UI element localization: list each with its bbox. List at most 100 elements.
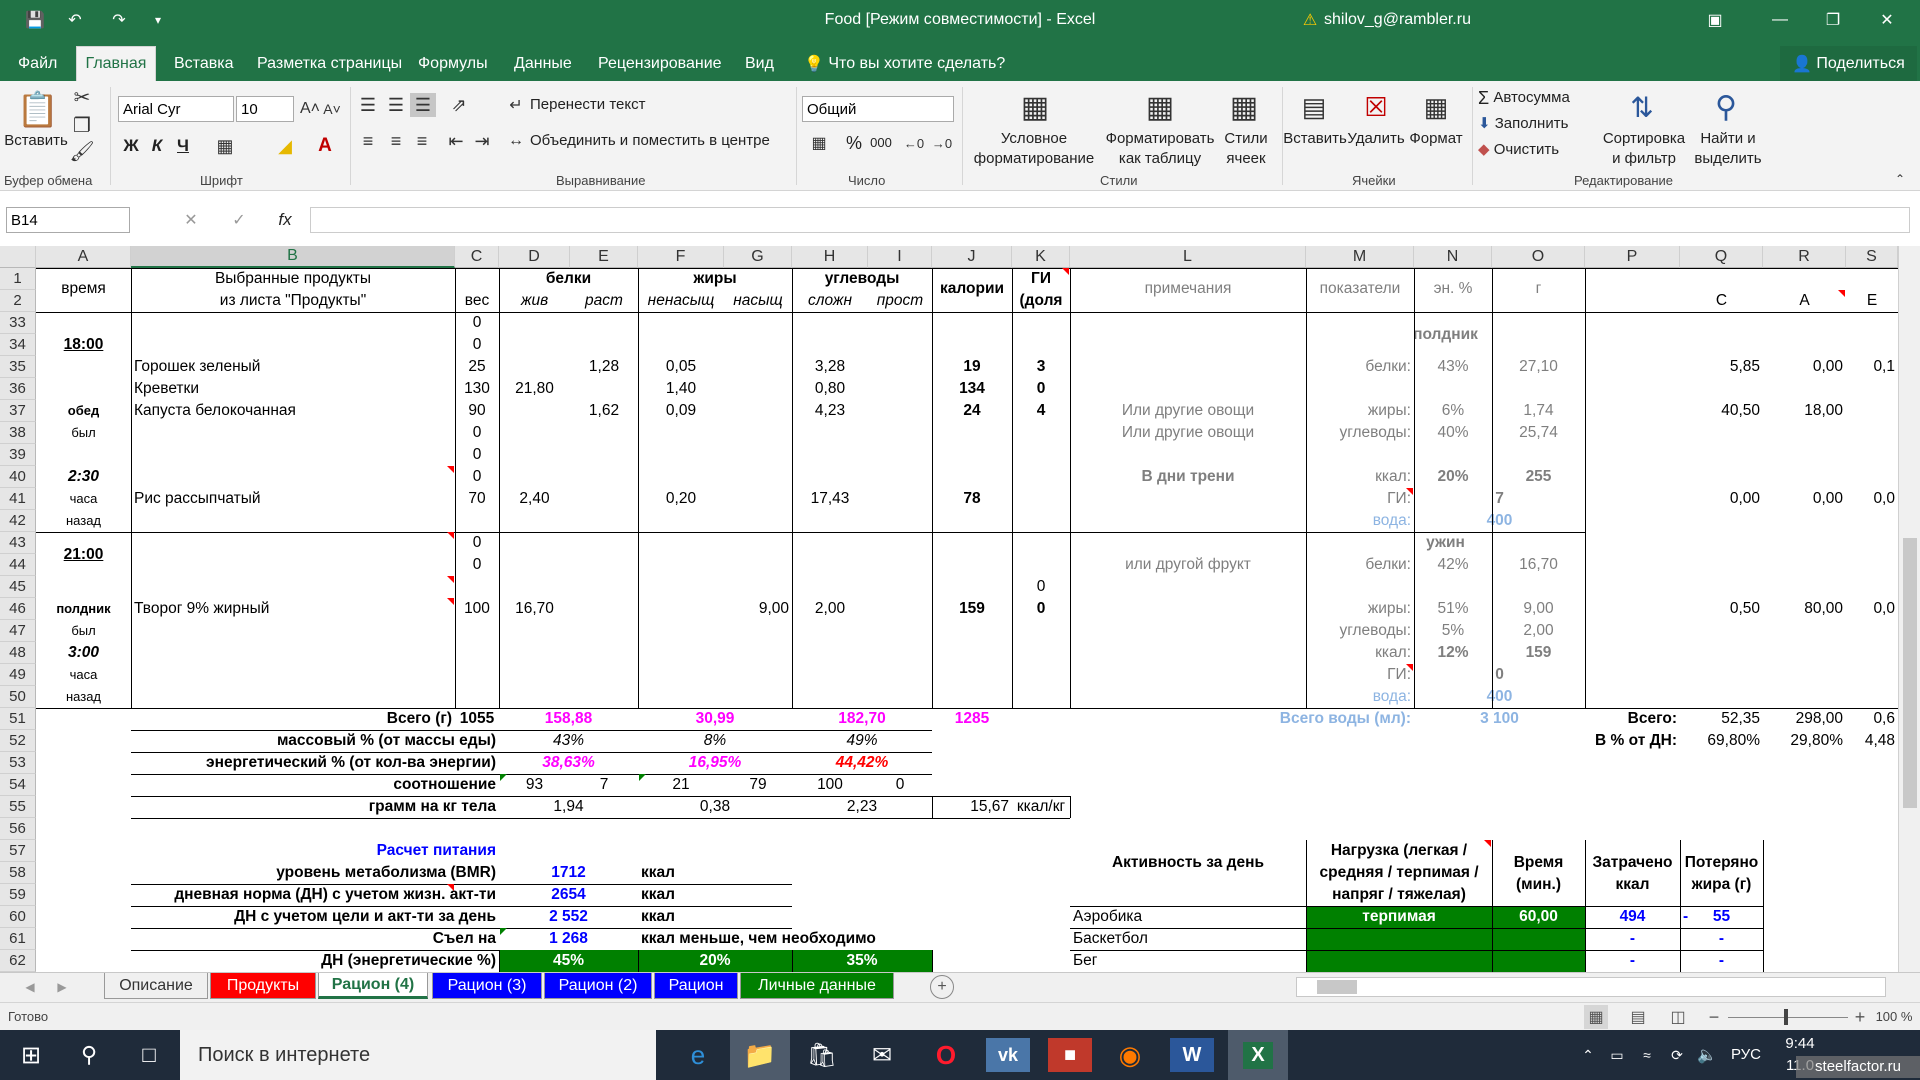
customize-qat-icon[interactable]: ▾ [148, 0, 168, 40]
thousands-button[interactable]: 000 [866, 131, 896, 155]
kcal-37[interactable]: 24 [935, 402, 1009, 420]
ratio-h[interactable]: 100 [795, 776, 865, 794]
ratio-d[interactable]: 93 [502, 776, 567, 794]
row-header-42[interactable]: 42 [0, 510, 36, 532]
row-header-40[interactable]: 40 [0, 466, 36, 488]
header-fat-sat[interactable]: насыщ [727, 292, 789, 310]
calc-goal_unit[interactable]: ккал [641, 908, 929, 926]
header-products-1[interactable]: Выбранные продукты [134, 270, 452, 288]
find-label-2[interactable]: выделить [1688, 149, 1768, 169]
activity-load-3[interactable]: напряг / тяжелая) [1309, 886, 1489, 904]
close-icon[interactable]: ✕ [1872, 0, 1902, 40]
column-header-P[interactable]: P [1585, 246, 1680, 268]
product-weight-36[interactable]: 130 [458, 380, 496, 398]
total-kcal[interactable]: 1285 [935, 710, 1009, 728]
search-icon[interactable]: ⚲ [72, 1040, 106, 1070]
energy-protein[interactable]: 38,63% [502, 754, 635, 772]
meal2-ago-time[interactable]: 3:00 [39, 644, 128, 662]
activity-load-60[interactable]: терпимая [1309, 908, 1489, 926]
meal1-s_kcal_pct[interactable]: 20% [1417, 468, 1489, 486]
underline-button[interactable]: Ч [172, 133, 194, 159]
vk-icon[interactable]: vk [986, 1038, 1030, 1072]
row-header-60[interactable]: 60 [0, 906, 36, 928]
kcal-35[interactable]: 19 [935, 358, 1009, 376]
s46[interactable]: 0,0 [1849, 600, 1895, 618]
mass-fat[interactable]: 8% [641, 732, 789, 750]
column-header-K[interactable]: K [1012, 246, 1070, 268]
meal1-s_fat[interactable]: жиры: [1309, 402, 1411, 420]
shrink-font-icon[interactable]: A˅ [322, 96, 342, 122]
activity-fat-60[interactable]: 55 [1683, 908, 1760, 926]
meal1-gi-label[interactable]: ГИ: [1309, 490, 1411, 508]
ribbon-display-icon[interactable]: ▣ [1700, 0, 1730, 40]
q41[interactable]: 0,00 [1683, 490, 1760, 508]
note-38[interactable]: Или другие овощи [1073, 424, 1303, 442]
column-header-F[interactable]: F [638, 246, 724, 268]
autosum-button[interactable]: Σ Автосумма [1478, 87, 1598, 109]
meal1-ago-time[interactable]: 2:30 [39, 468, 128, 486]
find-label-1[interactable]: Найти и [1688, 129, 1768, 149]
energy-carb[interactable]: 44,42% [795, 754, 929, 772]
activity-lost-1[interactable]: Потеряно [1683, 854, 1760, 872]
meal1-s_kcal[interactable]: ккал: [1309, 468, 1411, 486]
calc-dnpct-fat[interactable]: 20% [641, 952, 789, 970]
enter-icon[interactable]: ✓ [226, 207, 252, 233]
meal2-s_fat[interactable]: жиры: [1309, 600, 1411, 618]
column-header-M[interactable]: M [1306, 246, 1414, 268]
error-indicator[interactable] [500, 928, 507, 935]
fat-unsat-36[interactable]: 1,40 [641, 380, 721, 398]
word-icon[interactable]: W [1170, 1038, 1214, 1072]
ratio-label[interactable]: соотношение [134, 776, 496, 794]
sync-icon[interactable]: ⟳ [1666, 1044, 1688, 1066]
meal2-label[interactable]: полдник [39, 600, 128, 618]
battery-icon[interactable]: ▭ [1606, 1044, 1628, 1066]
align-bottom-icon[interactable]: ☰ [410, 93, 436, 117]
format-cells-button[interactable]: Формат [1406, 129, 1466, 149]
header-calories[interactable]: калории [935, 280, 1009, 298]
meal1-ago-2[interactable]: назад [39, 512, 128, 530]
meal1-s_carb_g[interactable]: 25,74 [1495, 424, 1582, 442]
gi-45[interactable]: 0 [1015, 578, 1067, 596]
row-header-59[interactable]: 59 [0, 884, 36, 906]
sheet-tab-5[interactable]: Рацион [654, 973, 738, 999]
percent-button[interactable]: % [844, 131, 864, 155]
note-44[interactable]: или другой фрукт [1073, 556, 1303, 574]
mass-protein[interactable]: 43% [502, 732, 635, 750]
windows-start-icon[interactable]: ⊞ [14, 1040, 48, 1070]
header-time[interactable]: время [39, 280, 128, 298]
row-header-36[interactable]: 36 [0, 378, 36, 400]
calc-dn_unit[interactable]: ккал [641, 886, 929, 904]
q46[interactable]: 0,50 [1683, 600, 1760, 618]
sort-label-2[interactable]: и фильтр [1600, 149, 1688, 169]
perkg-unit[interactable]: ккал/кг [1015, 798, 1067, 816]
meal2-s_fat_pct[interactable]: 51% [1417, 600, 1489, 618]
tray-overflow-icon[interactable]: ⌃ [1578, 1044, 1598, 1066]
comment-indicator[interactable] [447, 576, 454, 583]
error-indicator[interactable] [500, 774, 507, 781]
row-header-1[interactable]: 1 [0, 268, 36, 290]
meal2-s_fat_g[interactable]: 9,00 [1495, 600, 1582, 618]
paste-button[interactable]: Вставить [0, 131, 72, 151]
protein-animal-41[interactable]: 2,40 [502, 490, 567, 508]
meal2-s_protein[interactable]: белки: [1309, 556, 1411, 574]
s35[interactable]: 0,1 [1849, 358, 1895, 376]
meal1-time[interactable]: 18:00 [39, 336, 128, 354]
activity-fat-62[interactable]: - [1683, 952, 1760, 970]
calc-dnpct-label[interactable]: ДН (энергетические %) [134, 952, 496, 970]
mail-icon[interactable]: ✉ [860, 1038, 904, 1072]
format-as-table-label-1[interactable]: Форматировать [1098, 129, 1222, 149]
activity-spent-1[interactable]: Затрачено [1588, 854, 1677, 872]
excel-icon[interactable]: X [1228, 1030, 1288, 1080]
select-all-corner[interactable] [0, 246, 36, 268]
insert-cells-button[interactable]: Вставить [1282, 129, 1348, 149]
activity-lost-2[interactable]: жира (г) [1683, 876, 1760, 894]
product-weight-38[interactable]: 0 [458, 424, 496, 442]
all-r[interactable]: 298,00 [1766, 710, 1843, 728]
tab-view[interactable]: Вид [733, 46, 786, 81]
header-weight[interactable]: вес [458, 292, 496, 310]
column-header-G[interactable]: G [724, 246, 792, 268]
carb-complex-41[interactable]: 17,43 [795, 490, 865, 508]
activity-kcal-62[interactable]: - [1588, 952, 1677, 970]
edge-icon[interactable]: e [676, 1038, 720, 1072]
pct-s[interactable]: 4,48 [1849, 732, 1895, 750]
